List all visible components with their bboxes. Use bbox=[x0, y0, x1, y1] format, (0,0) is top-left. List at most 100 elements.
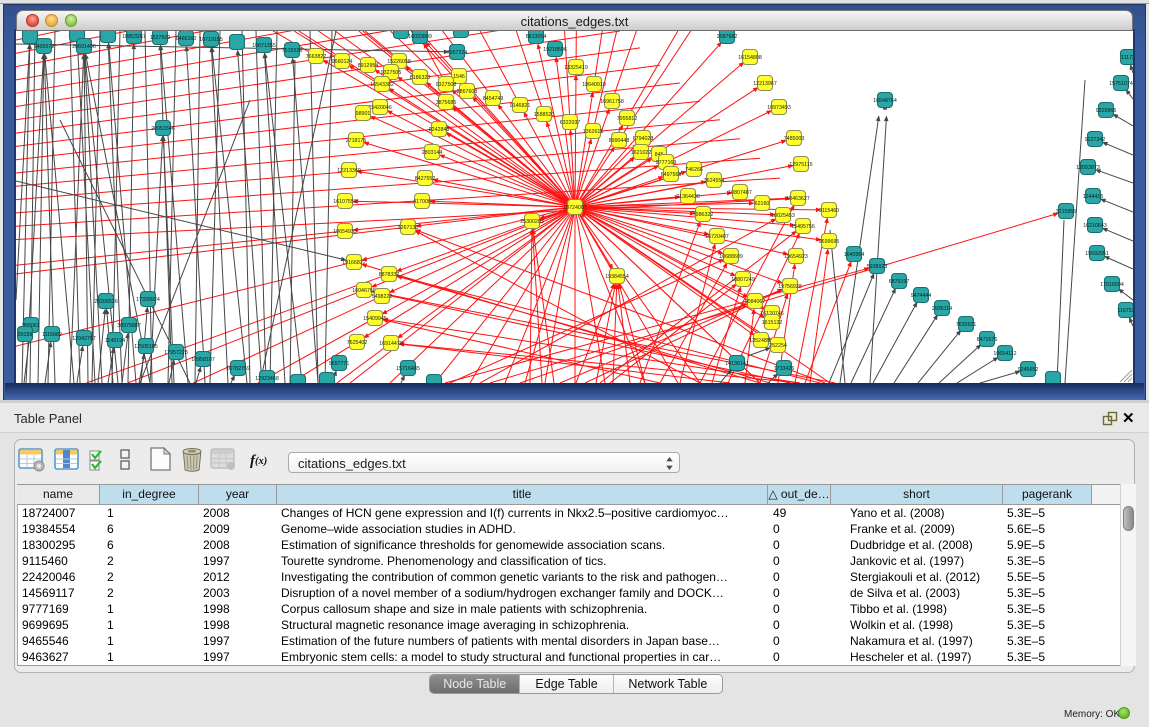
svg-text:19166822: 19166822 bbox=[342, 260, 366, 266]
svg-text:1640954: 1640954 bbox=[844, 252, 865, 258]
svg-text:16961758: 16961758 bbox=[600, 99, 624, 105]
svg-text:417006: 417006 bbox=[413, 199, 431, 205]
svg-text:21364436: 21364436 bbox=[676, 194, 700, 200]
svg-text:3215955: 3215955 bbox=[1056, 209, 1077, 215]
svg-text:9242848: 9242848 bbox=[429, 127, 450, 133]
svg-text:10025453: 10025453 bbox=[771, 213, 795, 219]
svg-text:7625402: 7625402 bbox=[347, 340, 368, 346]
svg-text:98901: 98901 bbox=[356, 111, 371, 117]
svg-text:19756928: 19756928 bbox=[778, 284, 802, 290]
svg-text:8912954: 8912954 bbox=[358, 63, 379, 69]
svg-text:3875685: 3875685 bbox=[436, 100, 457, 106]
svg-text:12975115: 12975115 bbox=[789, 162, 812, 168]
svg-text:2803144: 2803144 bbox=[422, 150, 443, 156]
svg-text:16914479: 16914479 bbox=[379, 341, 403, 347]
svg-text:116753: 116753 bbox=[1117, 308, 1133, 314]
svg-text:9657771: 9657771 bbox=[329, 361, 350, 367]
svg-text:11172: 11172 bbox=[1121, 55, 1133, 61]
svg-text:62160: 62160 bbox=[755, 201, 770, 207]
svg-text:1115682: 1115682 bbox=[42, 332, 62, 338]
svg-text:9474444: 9474444 bbox=[911, 293, 932, 299]
svg-text:20053346: 20053346 bbox=[151, 126, 175, 132]
svg-text:12505185: 12505185 bbox=[134, 344, 158, 350]
svg-text:8813054: 8813054 bbox=[526, 34, 547, 40]
svg-text:25300203: 25300203 bbox=[520, 219, 544, 225]
svg-text:10853267: 10853267 bbox=[122, 34, 146, 40]
svg-text:10973493: 10973493 bbox=[767, 105, 791, 111]
svg-text:10719155: 10719155 bbox=[199, 37, 223, 43]
svg-text:19654923: 19654923 bbox=[784, 254, 808, 260]
svg-text:16782759: 16782759 bbox=[226, 366, 250, 372]
svg-text:252254: 252254 bbox=[769, 343, 787, 349]
svg-text:30975887: 30975887 bbox=[117, 323, 141, 329]
svg-text:7957224: 7957224 bbox=[447, 50, 468, 56]
svg-text:23420046: 23420046 bbox=[368, 105, 392, 111]
svg-text:16154808: 16154808 bbox=[738, 55, 762, 61]
svg-text:10958107: 10958107 bbox=[191, 357, 215, 363]
svg-text:1621022: 1621022 bbox=[631, 150, 652, 156]
svg-text:6497568: 6497568 bbox=[661, 172, 682, 178]
svg-text:6794028: 6794028 bbox=[633, 136, 654, 142]
svg-text:6466160: 6466160 bbox=[176, 36, 197, 42]
svg-text:13325419: 13325419 bbox=[564, 65, 588, 71]
svg-text:8878332: 8878332 bbox=[379, 272, 400, 278]
svg-text:1546: 1546 bbox=[453, 74, 465, 80]
svg-text:19654933: 19654933 bbox=[333, 229, 357, 235]
svg-text:6322037: 6322037 bbox=[560, 120, 581, 126]
svg-text:3267130: 3267130 bbox=[398, 225, 419, 231]
svg-text:17016504: 17016504 bbox=[1100, 282, 1124, 288]
svg-text:2087682: 2087682 bbox=[717, 34, 738, 40]
svg-text:15495756: 15495756 bbox=[791, 224, 815, 230]
svg-text:10688609: 10688609 bbox=[719, 254, 743, 260]
svg-text:9327505: 9327505 bbox=[381, 70, 402, 76]
svg-text:17957223: 17957223 bbox=[164, 350, 188, 356]
svg-text:15692951: 15692951 bbox=[1085, 251, 1109, 257]
svg-text:9245652: 9245652 bbox=[1018, 367, 1039, 373]
svg-text:9084067: 9084067 bbox=[745, 299, 766, 305]
svg-text:1244415: 1244415 bbox=[1083, 194, 1104, 200]
svg-text:1145194: 1145194 bbox=[105, 338, 125, 344]
svg-text:7663822: 7663822 bbox=[306, 54, 327, 60]
svg-text:2718176: 2718176 bbox=[346, 138, 367, 144]
svg-text:8186323: 8186323 bbox=[410, 75, 431, 81]
svg-text:7515526: 7515526 bbox=[282, 48, 303, 54]
svg-text:5498222: 5498222 bbox=[372, 294, 393, 300]
svg-text:9329966: 9329966 bbox=[1096, 108, 1117, 114]
svg-text:16548764: 16548764 bbox=[873, 98, 897, 104]
svg-text:15409945: 15409945 bbox=[363, 316, 387, 322]
svg-text:12923468: 12923468 bbox=[255, 376, 279, 382]
svg-text:7986322: 7986322 bbox=[693, 212, 714, 218]
svg-text:9660124: 9660124 bbox=[332, 59, 353, 65]
svg-text:16033809: 16033809 bbox=[408, 34, 432, 40]
svg-text:10671355: 10671355 bbox=[252, 43, 276, 49]
svg-text:5938923: 5938923 bbox=[867, 264, 888, 270]
svg-text:20206536: 20206536 bbox=[94, 299, 118, 305]
svg-text:8427552: 8427552 bbox=[415, 176, 436, 182]
svg-text:18640910: 18640910 bbox=[582, 82, 606, 88]
svg-text:16543382: 16543382 bbox=[370, 82, 394, 88]
svg-text:9227342: 9227342 bbox=[1085, 137, 1106, 143]
svg-text:9327508: 9327508 bbox=[436, 82, 457, 88]
svg-text:(x): (x) bbox=[255, 456, 267, 467]
svg-text:12093873: 12093873 bbox=[1076, 165, 1100, 171]
svg-text:7485003: 7485003 bbox=[784, 136, 805, 142]
svg-text:10654112: 10654112 bbox=[993, 351, 1016, 357]
svg-text:3624554: 3624554 bbox=[704, 178, 725, 184]
svg-text:18724007: 18724007 bbox=[563, 205, 587, 211]
svg-text:9115460: 9115460 bbox=[819, 208, 839, 214]
svg-text:9146821: 9146821 bbox=[510, 103, 531, 109]
svg-text:15716485: 15716485 bbox=[396, 366, 420, 372]
svg-text:14136141: 14136141 bbox=[725, 361, 749, 367]
svg-text:17339924: 17339924 bbox=[136, 297, 160, 303]
svg-text:746266: 746266 bbox=[685, 167, 703, 173]
svg-text:1362615: 1362615 bbox=[583, 129, 604, 135]
svg-text:8454749: 8454749 bbox=[483, 96, 504, 102]
svg-text:15720407: 15720407 bbox=[705, 234, 729, 240]
svg-text:7632621: 7632621 bbox=[956, 322, 977, 328]
svg-text:9777169: 9777169 bbox=[656, 160, 677, 166]
svg-text:20691406: 20691406 bbox=[72, 44, 96, 50]
svg-text:12942757: 12942757 bbox=[72, 336, 96, 342]
svg-text:8471676: 8471676 bbox=[977, 337, 998, 343]
svg-text:1527602: 1527602 bbox=[150, 35, 171, 41]
svg-text:39159: 39159 bbox=[18, 332, 33, 338]
